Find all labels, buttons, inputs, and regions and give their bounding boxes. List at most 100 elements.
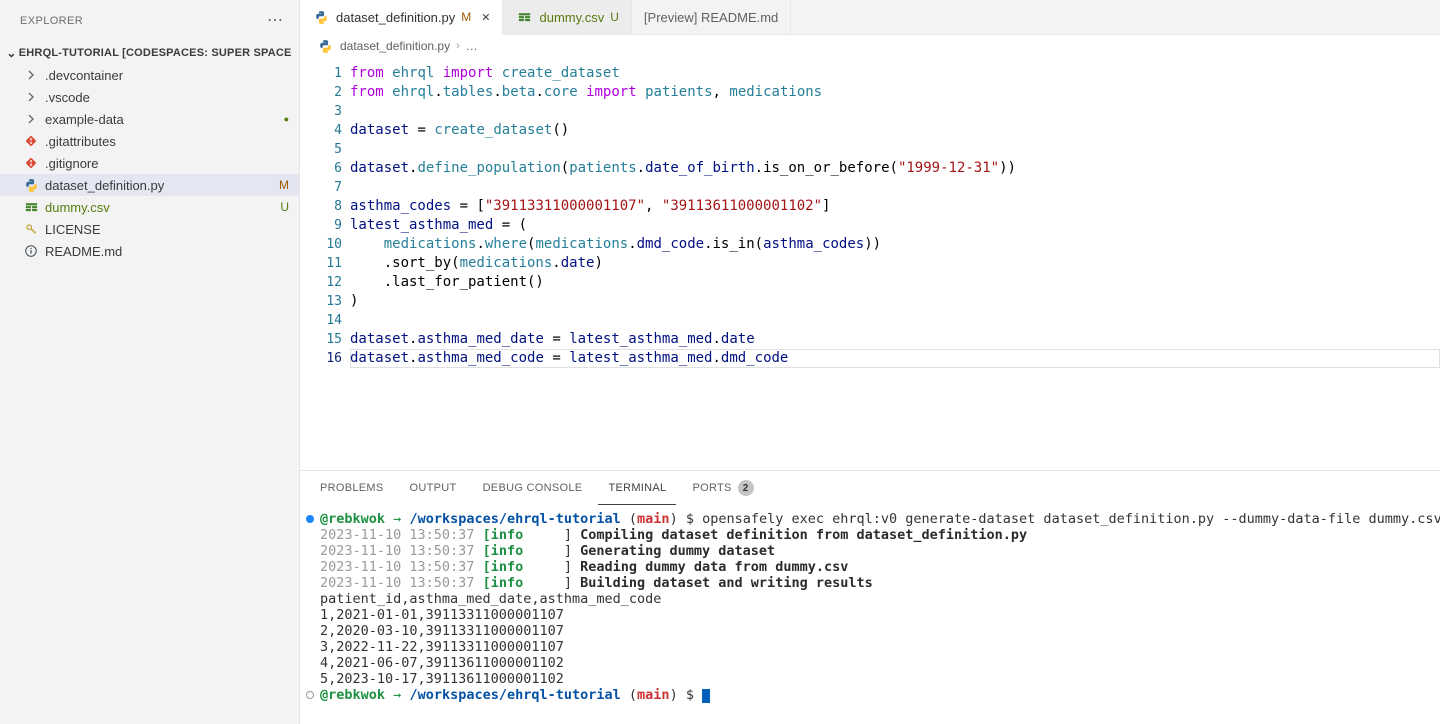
sidebar-item-devcontainer[interactable]: .devcontainer <box>0 64 299 86</box>
line-content: from ehrql import create_dataset <box>350 64 1440 83</box>
line-number: 3 <box>300 102 350 121</box>
untracked-dot-badge: ● <box>284 114 289 124</box>
panel-tab-output[interactable]: OUTPUT <box>400 471 467 505</box>
line-content: dataset = create_dataset() <box>350 121 1440 140</box>
code-line[interactable]: 8asthma_codes = ["39113311000001107", "3… <box>300 197 1440 216</box>
line-number: 16 <box>300 349 350 368</box>
code-line[interactable]: 14 <box>300 311 1440 330</box>
panel-tab-debug-console[interactable]: DEBUG CONSOLE <box>473 471 593 505</box>
chevron-right-icon <box>22 111 40 127</box>
explorer-sidebar: EXPLORER ⋯ ⌄ EHRQL-TUTORIAL [CODESPACES:… <box>0 0 300 724</box>
line-number: 5 <box>300 140 350 159</box>
terminal-line: 2023-11-10 13:50:37 [info ] Building dat… <box>320 575 1440 591</box>
editor-group: dataset_definition.pyM✕dummy.csvU [Previe… <box>300 0 1440 724</box>
breadcrumb-file[interactable]: dataset_definition.py <box>340 39 450 53</box>
line-number: 13 <box>300 292 350 311</box>
terminal-line: patient_id,asthma_med_date,asthma_med_co… <box>320 591 1440 607</box>
line-number: 7 <box>300 178 350 197</box>
code-line[interactable]: 7 <box>300 178 1440 197</box>
code-line[interactable]: 16dataset.asthma_med_code = latest_asthm… <box>300 349 1440 368</box>
terminal-line: 2023-11-10 13:50:37 [info ] Reading dumm… <box>320 559 1440 575</box>
line-content: latest_asthma_med = ( <box>350 216 1440 235</box>
file-name: LICENSE <box>45 222 289 237</box>
line-content: dataset.define_population(patients.date_… <box>350 159 1440 178</box>
git-icon <box>22 134 40 148</box>
code-line[interactable]: 4dataset = create_dataset() <box>300 121 1440 140</box>
terminal-line: 4,2021-06-07,39113611000001102 <box>320 655 1440 671</box>
csv-icon <box>22 200 40 215</box>
sidebar-item-license[interactable]: LICENSE <box>0 218 299 240</box>
line-number: 9 <box>300 216 350 235</box>
file-name: .gitattributes <box>45 134 289 149</box>
chevron-right-icon <box>22 67 40 83</box>
terminal-line: 2023-11-10 13:50:37 [info ] Generating d… <box>320 543 1440 559</box>
tab-label: [Preview] README.md <box>644 10 778 25</box>
line-content <box>350 178 1440 197</box>
panel-tab-ports[interactable]: PORTS2 <box>682 471 763 505</box>
license-icon <box>22 222 40 236</box>
csv-icon <box>515 10 533 25</box>
code-editor[interactable]: 1from ehrql import create_dataset2from e… <box>300 57 1440 470</box>
code-line[interactable]: 1from ehrql import create_dataset <box>300 64 1440 83</box>
file-name: .devcontainer <box>45 68 289 83</box>
code-line[interactable]: 12 .last_for_patient() <box>300 273 1440 292</box>
code-line[interactable]: 9latest_asthma_med = ( <box>300 216 1440 235</box>
line-number: 14 <box>300 311 350 330</box>
line-content: asthma_codes = ["39113311000001107", "39… <box>350 197 1440 216</box>
more-actions-icon[interactable]: ⋯ <box>267 13 283 29</box>
python-icon <box>312 10 330 25</box>
command-ran-decoration-icon[interactable] <box>306 515 314 523</box>
code-line[interactable]: 15dataset.asthma_med_date = latest_asthm… <box>300 330 1440 349</box>
line-content: from ehrql.tables.beta.core import patie… <box>350 83 1440 102</box>
terminal-line: 5,2023-10-17,39113611000001102 <box>320 671 1440 687</box>
code-line[interactable]: 5 <box>300 140 1440 159</box>
close-icon[interactable]: ✕ <box>481 11 490 24</box>
line-number: 6 <box>300 159 350 178</box>
sidebar-item-dummy-csv[interactable]: dummy.csvU <box>0 196 299 218</box>
tab-preview-readme-md[interactable]: [Preview] README.md <box>632 0 791 34</box>
sidebar-item-dataset-definition-py[interactable]: dataset_definition.pyM <box>0 174 299 196</box>
file-name: README.md <box>45 244 289 259</box>
sidebar-item-vscode[interactable]: .vscode <box>0 86 299 108</box>
sidebar-item-gitattributes[interactable]: .gitattributes <box>0 130 299 152</box>
panel-tab-terminal[interactable]: TERMINAL <box>598 471 676 505</box>
panel-tab-label: TERMINAL <box>608 482 666 494</box>
line-number: 10 <box>300 235 350 254</box>
sidebar-item-gitignore[interactable]: .gitignore <box>0 152 299 174</box>
workspace-section-header[interactable]: ⌄ EHRQL-TUTORIAL [CODESPACES: SUPER SPAC… <box>0 42 299 64</box>
sidebar-item-readme-md[interactable]: README.md <box>0 240 299 262</box>
file-name: dataset_definition.py <box>45 178 271 193</box>
breadcrumb[interactable]: dataset_definition.py › … <box>300 35 1440 57</box>
terminal-line: @rebkwok → /workspaces/ehrql-tutorial (m… <box>320 687 1440 703</box>
line-content: ) <box>350 292 1440 311</box>
code-line[interactable]: 3 <box>300 102 1440 121</box>
code-line[interactable]: 2from ehrql.tables.beta.core import pati… <box>300 83 1440 102</box>
sidebar-item-example-data[interactable]: example-data● <box>0 108 299 130</box>
line-content: medications.where(medications.dmd_code.i… <box>350 235 1440 254</box>
code-line[interactable]: 10 medications.where(medications.dmd_cod… <box>300 235 1440 254</box>
terminal-line: 2023-11-10 13:50:37 [info ] Compiling da… <box>320 527 1440 543</box>
tab-dummy-csv[interactable]: dummy.csvU <box>503 0 631 34</box>
line-content <box>350 102 1440 121</box>
panel-tab-problems[interactable]: PROBLEMS <box>310 471 394 505</box>
breadcrumb-more[interactable]: … <box>466 39 478 53</box>
file-name: .vscode <box>45 90 289 105</box>
file-name: .gitignore <box>45 156 289 171</box>
code-line[interactable]: 6dataset.define_population(patients.date… <box>300 159 1440 178</box>
line-content: .last_for_patient() <box>350 273 1440 292</box>
code-line[interactable]: 13) <box>300 292 1440 311</box>
line-content: .sort_by(medications.date) <box>350 254 1440 273</box>
vscode-window: EXPLORER ⋯ ⌄ EHRQL-TUTORIAL [CODESPACES:… <box>0 0 1440 724</box>
tab-dataset-definition-py[interactable]: dataset_definition.pyM✕ <box>300 0 503 35</box>
code-line[interactable]: 11 .sort_by(medications.date) <box>300 254 1440 273</box>
chevron-right-icon <box>22 89 40 105</box>
line-number: 8 <box>300 197 350 216</box>
chevron-right-icon: › <box>456 40 460 52</box>
explorer-header: EXPLORER ⋯ <box>0 0 299 36</box>
command-prompt-decoration-icon[interactable] <box>306 691 314 699</box>
terminal[interactable]: @rebkwok → /workspaces/ehrql-tutorial (m… <box>300 505 1440 724</box>
workspace-name: EHRQL-TUTORIAL [CODESPACES: SUPER SPACE … <box>19 47 295 59</box>
line-number: 1 <box>300 64 350 83</box>
ports-count-badge: 2 <box>738 480 754 496</box>
line-number: 2 <box>300 83 350 102</box>
